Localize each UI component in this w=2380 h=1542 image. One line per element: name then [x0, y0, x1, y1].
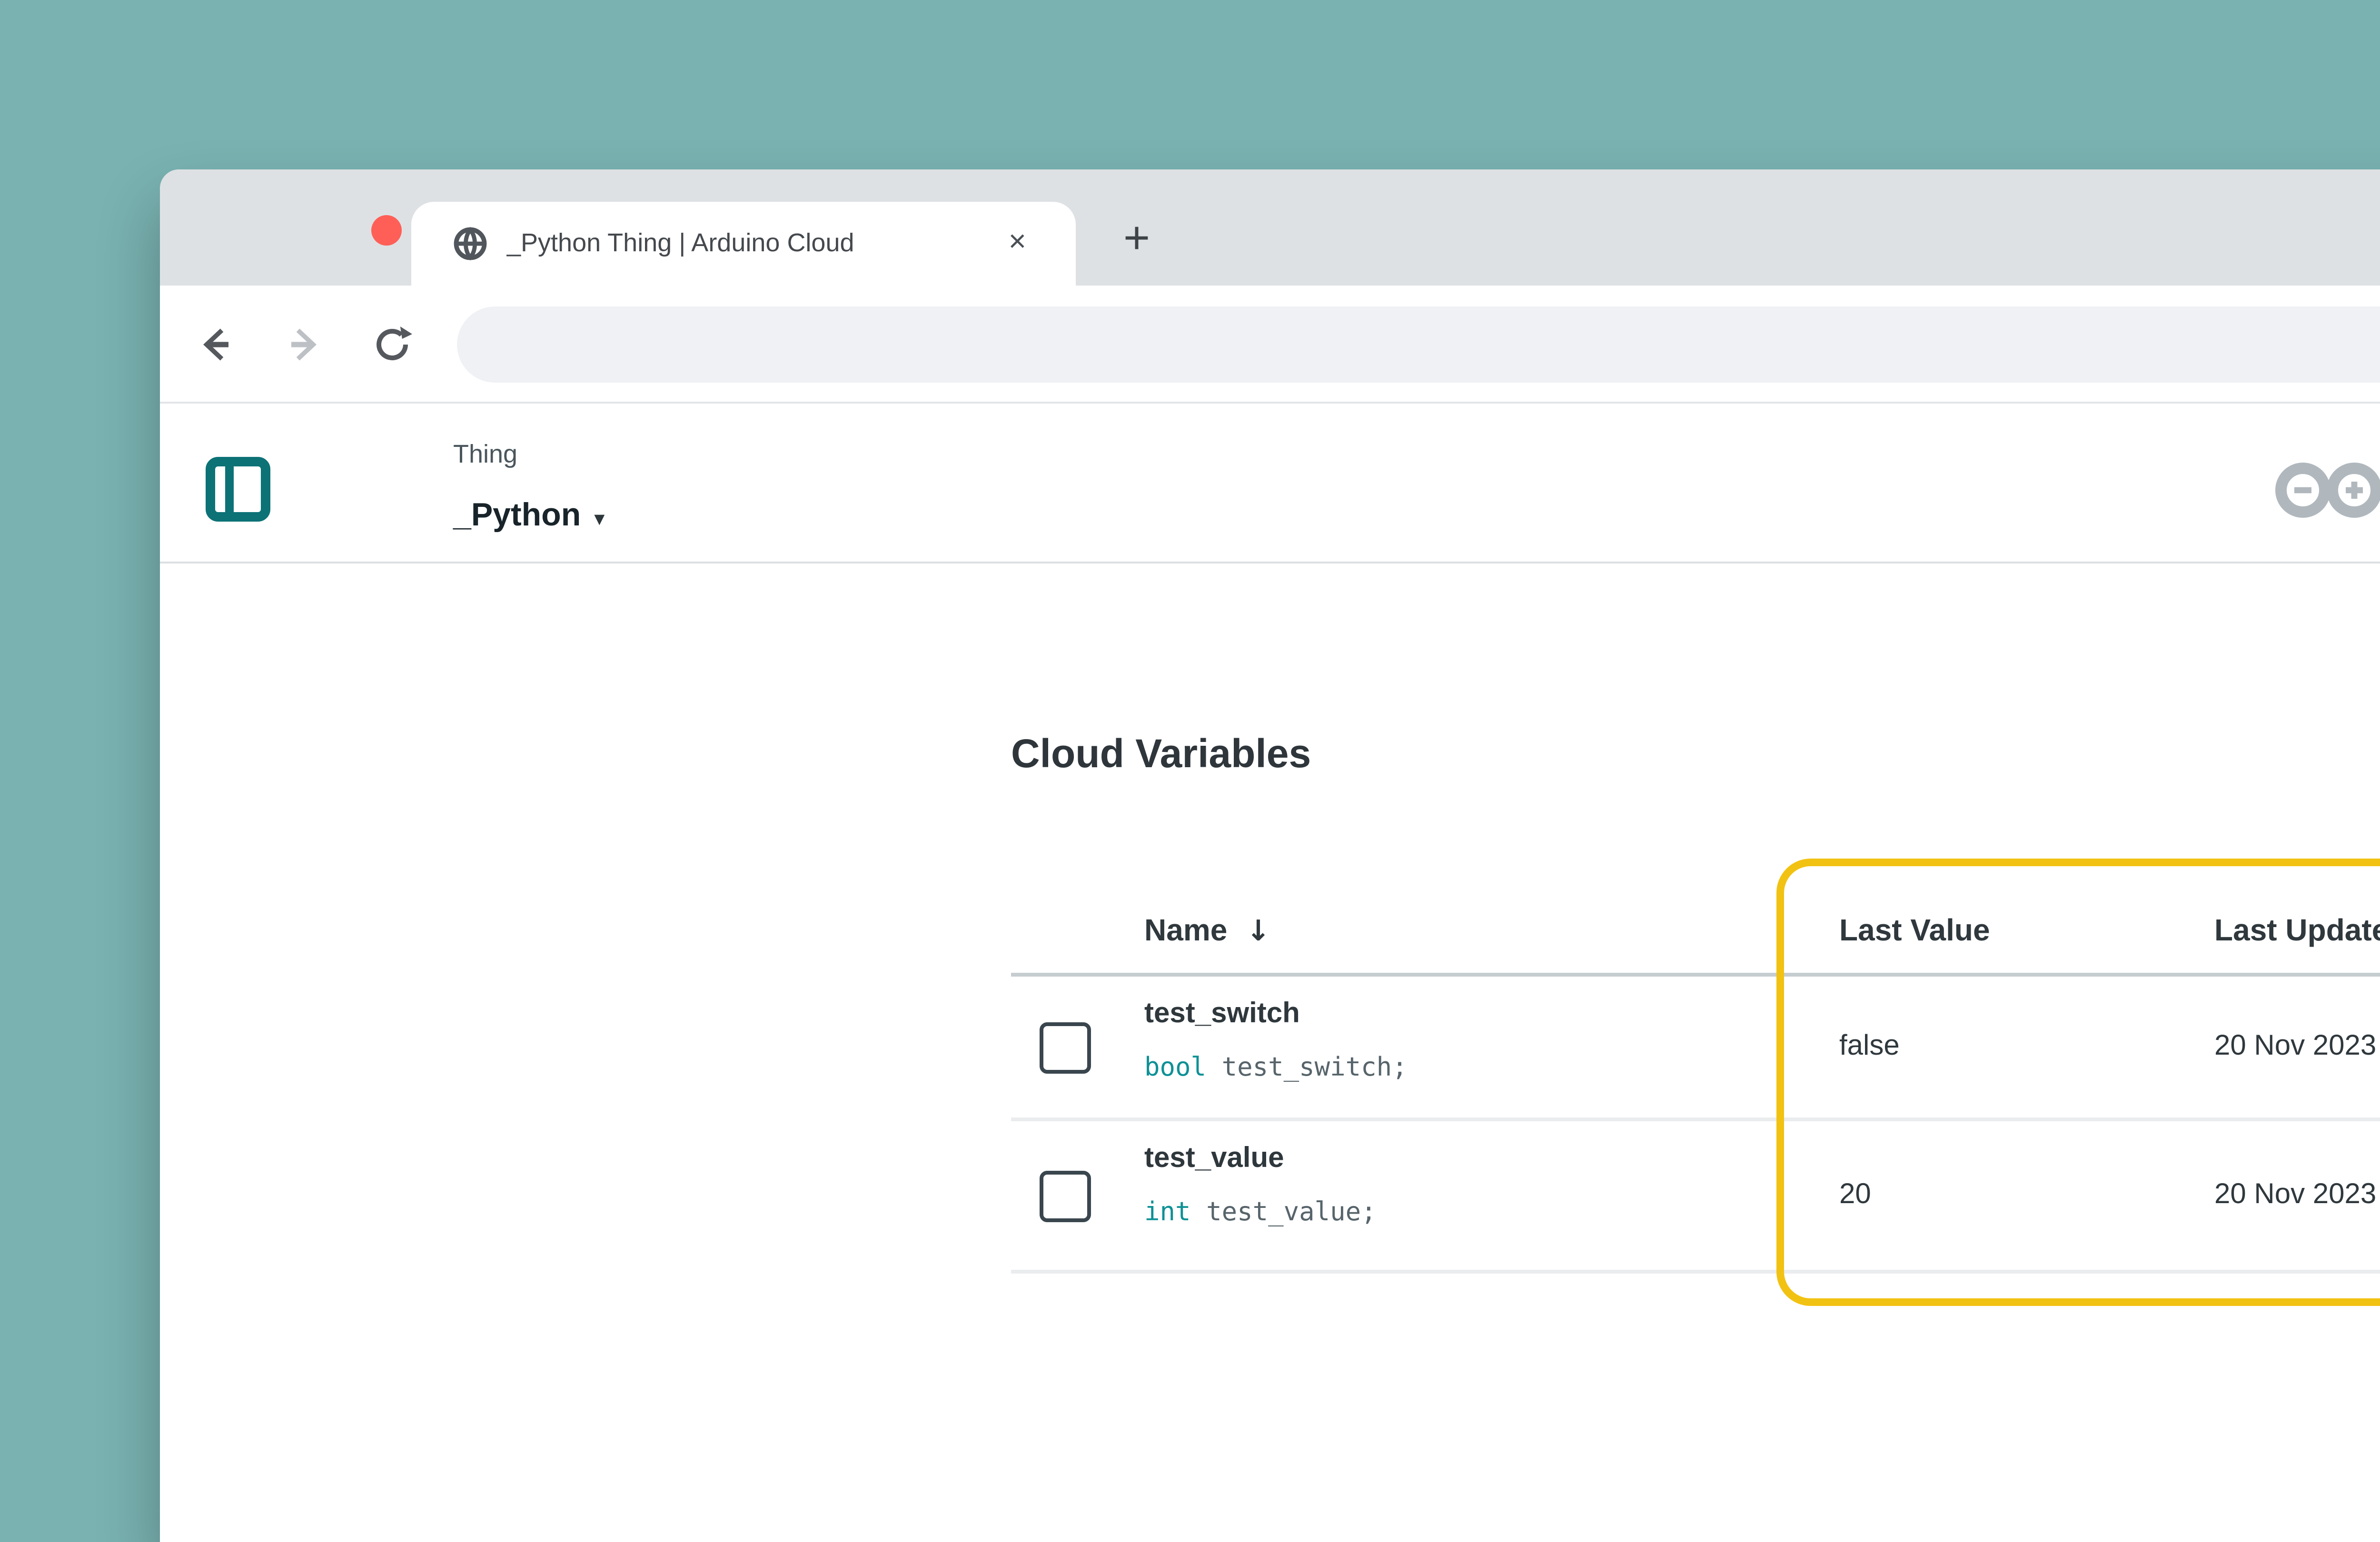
forward-icon[interactable] [284, 324, 326, 366]
back-icon[interactable] [194, 324, 236, 366]
variable-name[interactable]: test_switch [1144, 998, 1300, 1030]
sidebar-toggle-icon[interactable] [206, 457, 270, 522]
macos-close-button[interactable] [371, 215, 402, 246]
thing-section-label: Thing [453, 440, 517, 468]
annotation-highlight-box [1776, 859, 2380, 1306]
row-checkbox[interactable] [1040, 1021, 1091, 1073]
thing-header: Thing _Python ▾ [160, 404, 2380, 563]
tab-strip: _Python Thing | Arduino Cloud × + [160, 169, 2380, 286]
column-header-name-label: Name [1144, 916, 1227, 948]
browser-window: _Python Thing | Arduino Cloud × + [160, 169, 2380, 1542]
type-keyword: int [1144, 1197, 1191, 1228]
cloud-variables-page: Cloud Variables ADD Name↓ Last Value Las… [160, 563, 2380, 1542]
chevron-down-icon: ▾ [594, 506, 605, 531]
globe-favicon [453, 227, 487, 261]
reload-icon[interactable] [371, 324, 413, 366]
declaration-rest: test_switch; [1206, 1053, 1408, 1083]
thing-name-text: _Python [453, 497, 581, 533]
url-bar[interactable] [457, 306, 2380, 383]
new-tab-button[interactable]: + [1112, 217, 1161, 267]
page-title: Cloud Variables [1011, 733, 1311, 779]
tab-title-fade [910, 213, 990, 278]
sort-descending-icon: ↓ [1246, 914, 1270, 948]
tab-close-icon[interactable]: × [1009, 202, 1026, 286]
column-header-name[interactable]: Name ↓ [1144, 914, 1270, 950]
desktop-background: _Python Thing | Arduino Cloud × + [0, 0, 2380, 1542]
arduino-device-status-icon [2273, 461, 2380, 520]
row-checkbox[interactable] [1040, 1170, 1091, 1221]
browser-toolbar [160, 286, 2380, 404]
browser-tab[interactable]: _Python Thing | Arduino Cloud × [411, 202, 1076, 286]
declaration-rest: test_value; [1191, 1197, 1377, 1228]
variable-name[interactable]: test_value [1144, 1142, 1284, 1175]
type-keyword: bool [1144, 1053, 1206, 1083]
variable-declaration: int test_value; [1144, 1197, 1377, 1228]
variable-declaration: bool test_switch; [1144, 1053, 1408, 1083]
thing-name-dropdown[interactable]: _Python ▾ [453, 497, 605, 535]
